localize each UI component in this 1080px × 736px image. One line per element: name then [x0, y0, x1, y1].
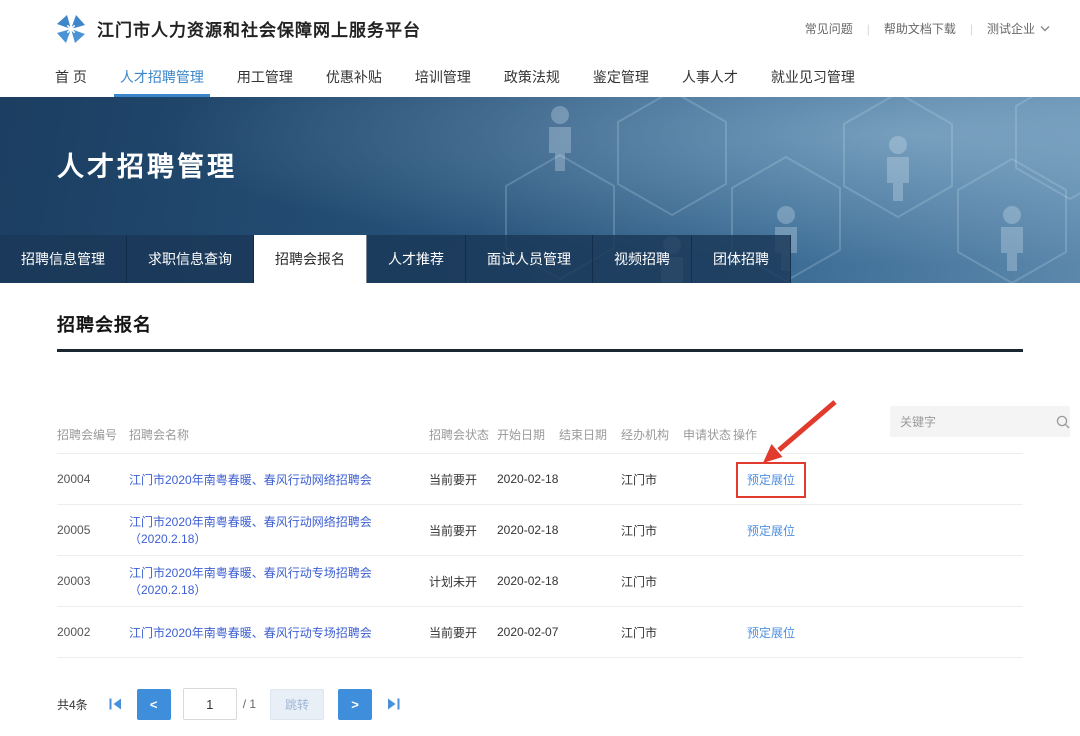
fair-status-cell: 当前要开 — [429, 471, 497, 488]
keyword-search-input[interactable] — [900, 415, 1055, 429]
jump-button[interactable]: 跳转 — [270, 689, 324, 720]
fair-id-cell: 20004 — [57, 472, 129, 486]
site-title: 江门市人力资源和社会保障网上服务平台 — [97, 16, 421, 41]
col-fair-id: 招聘会编号 — [57, 426, 129, 443]
faq-link[interactable]: 常见问题 — [805, 20, 853, 37]
divider: | — [867, 22, 870, 36]
fair-status-cell: 当前要开 — [429, 522, 497, 539]
fair-name-cell: 江门市2020年南粤春暖、春风行动网络招聘会（2020.2.18） — [129, 513, 429, 547]
action-cell: 预定展位 — [733, 471, 1023, 488]
col-end-date: 结束日期 — [559, 426, 621, 443]
module-tab-bar: 招聘信息管理求职信息查询招聘会报名人才推荐面试人员管理视频招聘团体招聘 — [0, 235, 1080, 283]
account-menu[interactable]: 测试企业 — [987, 20, 1050, 37]
header-links: 常见问题 | 帮助文档下载 | 测试企业 — [805, 20, 1050, 37]
module-tab[interactable]: 招聘信息管理 — [0, 235, 127, 283]
fair-name-link[interactable]: 江门市2020年南粤春暖、春风行动专场招聘会（2020.2.18） — [129, 566, 372, 597]
table-header-row: 招聘会编号 招聘会名称 招聘会状态 开始日期 结束日期 经办机构 申请状态 操作 — [57, 418, 1023, 454]
reserve-booth-link[interactable]: 预定展位 — [747, 473, 795, 487]
start-date-cell: 2020-02-07 — [497, 625, 559, 639]
module-tab[interactable]: 视频招聘 — [593, 235, 692, 283]
nav-item[interactable]: 首 页 — [55, 57, 87, 97]
col-apply-status: 申请状态 — [683, 426, 733, 443]
fair-name-cell: 江门市2020年南粤春暖、春风行动专场招聘会（2020.2.18） — [129, 564, 429, 598]
agency-cell: 江门市 — [621, 624, 683, 641]
help-doc-link[interactable]: 帮助文档下载 — [884, 20, 956, 37]
nav-item[interactable]: 人才招聘管理 — [120, 57, 204, 97]
reserve-booth-link[interactable]: 预定展位 — [747, 524, 795, 538]
site-logo-pinwheel-icon — [55, 13, 87, 45]
start-date-cell: 2020-02-18 — [497, 523, 559, 537]
start-date-cell: 2020-02-18 — [497, 574, 559, 588]
table-row: 20003 江门市2020年南粤春暖、春风行动专场招聘会（2020.2.18） … — [57, 556, 1023, 607]
table-row: 20002 江门市2020年南粤春暖、春风行动专场招聘会 当前要开 2020-0… — [57, 607, 1023, 658]
nav-item[interactable]: 鉴定管理 — [593, 57, 649, 97]
pagination: 共4条 < / 1 跳转 > — [57, 688, 1023, 720]
fair-name-cell: 江门市2020年南粤春暖、春风行动专场招聘会 — [129, 624, 429, 641]
job-fair-table: 招聘会编号 招聘会名称 招聘会状态 开始日期 结束日期 经办机构 申请状态 操作… — [57, 418, 1023, 658]
divider: | — [970, 22, 973, 36]
module-tab[interactable]: 人才推荐 — [367, 235, 466, 283]
table-row: 20005 江门市2020年南粤春暖、春风行动网络招聘会（2020.2.18） … — [57, 505, 1023, 556]
module-tab[interactable]: 求职信息查询 — [127, 235, 254, 283]
banner-title: 人才招聘管理 — [57, 145, 237, 184]
fair-name-cell: 江门市2020年南粤春暖、春风行动网络招聘会 — [129, 471, 429, 488]
banner: 人才招聘管理 招聘信息管理求职信息查询招聘会报名人才推荐面试人员管理视频招聘团体… — [0, 97, 1080, 283]
agency-cell: 江门市 — [621, 573, 683, 590]
table-row: 20004 江门市2020年南粤春暖、春风行动网络招聘会 当前要开 2020-0… — [57, 454, 1023, 505]
nav-item[interactable]: 优惠补贴 — [326, 57, 382, 97]
page-title: 招聘会报名 — [57, 311, 1023, 337]
main-nav: 首 页 人才招聘管理用工管理优惠补贴培训管理政策法规鉴定管理人事人才就业见习管理 — [0, 57, 1080, 97]
search-icon[interactable] — [1055, 414, 1071, 430]
col-fair-status: 招聘会状态 — [429, 426, 497, 443]
nav-item[interactable]: 人事人才 — [682, 57, 738, 97]
table-body: 20004 江门市2020年南粤春暖、春风行动网络招聘会 当前要开 2020-0… — [57, 454, 1023, 658]
fair-name-link[interactable]: 江门市2020年南粤春暖、春风行动专场招聘会 — [129, 626, 372, 640]
module-tab[interactable]: 团体招聘 — [692, 235, 791, 283]
reserve-booth-link[interactable]: 预定展位 — [747, 626, 795, 640]
col-start-date: 开始日期 — [497, 426, 559, 443]
col-fair-name: 招聘会名称 — [129, 426, 429, 443]
fair-status-cell: 计划未开 — [429, 573, 497, 590]
title-underline — [57, 349, 1023, 352]
fair-id-cell: 20003 — [57, 574, 129, 588]
nav-item[interactable]: 政策法规 — [504, 57, 560, 97]
page-number-input[interactable] — [183, 688, 237, 720]
account-label: 测试企业 — [987, 20, 1035, 37]
total-count-label: 共4条 — [57, 696, 88, 713]
nav-item[interactable]: 就业见习管理 — [771, 57, 855, 97]
last-page-icon[interactable] — [386, 697, 401, 711]
keyword-search-box — [890, 406, 1070, 437]
chevron-down-icon — [1040, 25, 1050, 32]
total-pages-label: / 1 — [243, 697, 256, 711]
content: 招聘会报名 招聘会编号 招聘会名称 招聘会状态 开始日期 结束日期 经办机构 申… — [0, 311, 1080, 720]
fair-id-cell: 20005 — [57, 523, 129, 537]
start-date-cell: 2020-02-18 — [497, 472, 559, 486]
next-page-button[interactable]: > — [338, 689, 372, 720]
fair-status-cell: 当前要开 — [429, 624, 497, 641]
col-agency: 经办机构 — [621, 426, 683, 443]
prev-page-button[interactable]: < — [137, 689, 171, 720]
action-cell: 预定展位 — [733, 522, 1023, 539]
first-page-icon[interactable] — [108, 697, 123, 711]
nav-item[interactable]: 用工管理 — [237, 57, 293, 97]
fair-id-cell: 20002 — [57, 625, 129, 639]
fair-name-link[interactable]: 江门市2020年南粤春暖、春风行动网络招聘会 — [129, 473, 372, 487]
action-cell: 预定展位 — [733, 624, 1023, 641]
module-tab[interactable]: 招聘会报名 — [254, 235, 367, 283]
agency-cell: 江门市 — [621, 471, 683, 488]
nav-item[interactable]: 培训管理 — [415, 57, 471, 97]
fair-name-link[interactable]: 江门市2020年南粤春暖、春风行动网络招聘会（2020.2.18） — [129, 515, 372, 546]
top-header: 江门市人力资源和社会保障网上服务平台 常见问题 | 帮助文档下载 | 测试企业 — [0, 0, 1080, 57]
module-tab[interactable]: 面试人员管理 — [466, 235, 593, 283]
agency-cell: 江门市 — [621, 522, 683, 539]
